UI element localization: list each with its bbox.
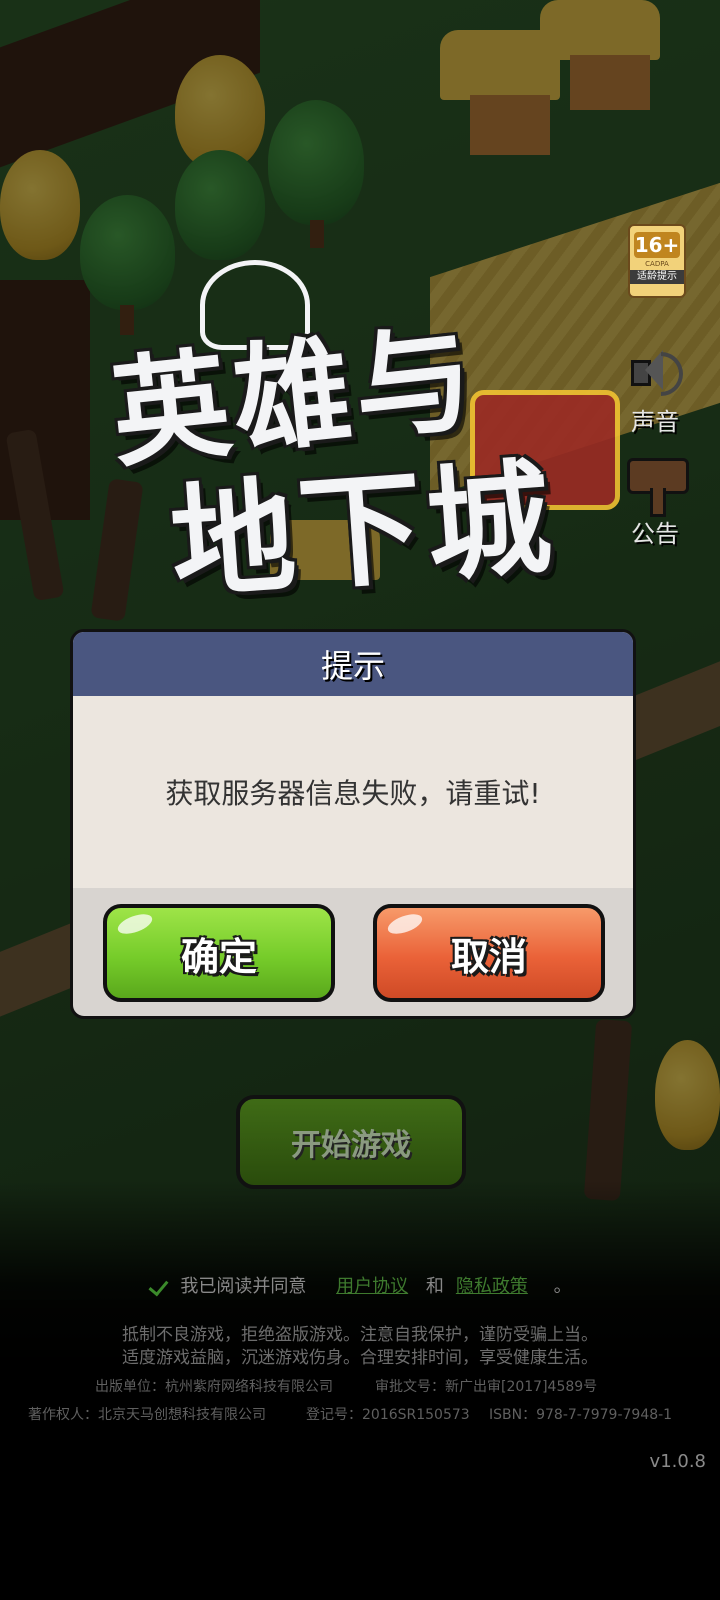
copyright-owner: 著作权人：北京天马创想科技有限公司 bbox=[28, 1407, 266, 1423]
health-notice-line1: 抵制不良游戏，拒绝盗版游戏。注意自我保护，谨防受骗上当。 bbox=[122, 1325, 598, 1345]
start-game-label: 开始游戏 bbox=[291, 1128, 411, 1163]
approval-number: 审批文号：新广出审[2017]4589号 bbox=[375, 1379, 598, 1395]
isbn-number: ISBN：978-7-7979-7948-1 bbox=[489, 1407, 673, 1423]
agreement-prefix: 我已阅读并同意 bbox=[180, 1276, 307, 1297]
game-title-logo: 英雄与 地下城 bbox=[100, 260, 620, 617]
cancel-label: 取消 bbox=[450, 934, 527, 979]
dialog-title: 提示 bbox=[320, 647, 385, 685]
error-dialog: 提示 获取服务器信息失败，请重试! 确定 取消 bbox=[70, 629, 636, 1019]
agreement-and: 和 bbox=[425, 1276, 444, 1297]
privacy-policy-link[interactable]: 隐私政策 bbox=[456, 1276, 528, 1297]
notice-button[interactable]: 公告 bbox=[623, 452, 689, 549]
confirm-button[interactable]: 确定 bbox=[103, 904, 335, 1002]
age-rating-tip: 适龄提示 bbox=[630, 270, 684, 284]
notice-label: 公告 bbox=[631, 520, 679, 548]
registration-number: 登记号：2016SR150573 bbox=[306, 1407, 470, 1423]
agreement-row: 我已阅读并同意 用户协议 和隐私政策 。 bbox=[0, 1272, 720, 1302]
confirm-label: 确定 bbox=[180, 934, 257, 979]
health-notice-line2: 适度游戏益脑，沉迷游戏伤身。合理安排时间，享受健康生活。 bbox=[122, 1348, 598, 1368]
signpost-icon bbox=[625, 452, 689, 517]
dialog-message: 获取服务器信息失败，请重试! bbox=[165, 777, 541, 810]
speaker-icon bbox=[625, 340, 685, 400]
agreement-suffix: 。 bbox=[553, 1276, 572, 1297]
sound-button[interactable]: 声音 bbox=[623, 340, 687, 437]
dialog-body: 获取服务器信息失败，请重试! bbox=[73, 696, 633, 888]
age-rating-org: CADPA bbox=[645, 260, 669, 268]
sound-label: 声音 bbox=[631, 408, 679, 436]
user-agreement-link[interactable]: 用户协议 bbox=[336, 1276, 408, 1297]
publisher-info: 出版单位：杭州紫府网络科技有限公司 bbox=[95, 1379, 333, 1395]
age-rating-badge[interactable]: 16+ CADPA 适龄提示 bbox=[628, 224, 686, 298]
logo-line2: 地下城 bbox=[166, 446, 560, 618]
dialog-header: 提示 bbox=[73, 632, 633, 696]
version-label: v1.0.8 bbox=[649, 1451, 706, 1472]
age-rating: 16+ bbox=[634, 232, 680, 258]
agreement-checkbox[interactable] bbox=[148, 1277, 168, 1297]
cancel-button[interactable]: 取消 bbox=[373, 904, 605, 1002]
start-game-button[interactable]: 开始游戏 bbox=[236, 1095, 466, 1189]
